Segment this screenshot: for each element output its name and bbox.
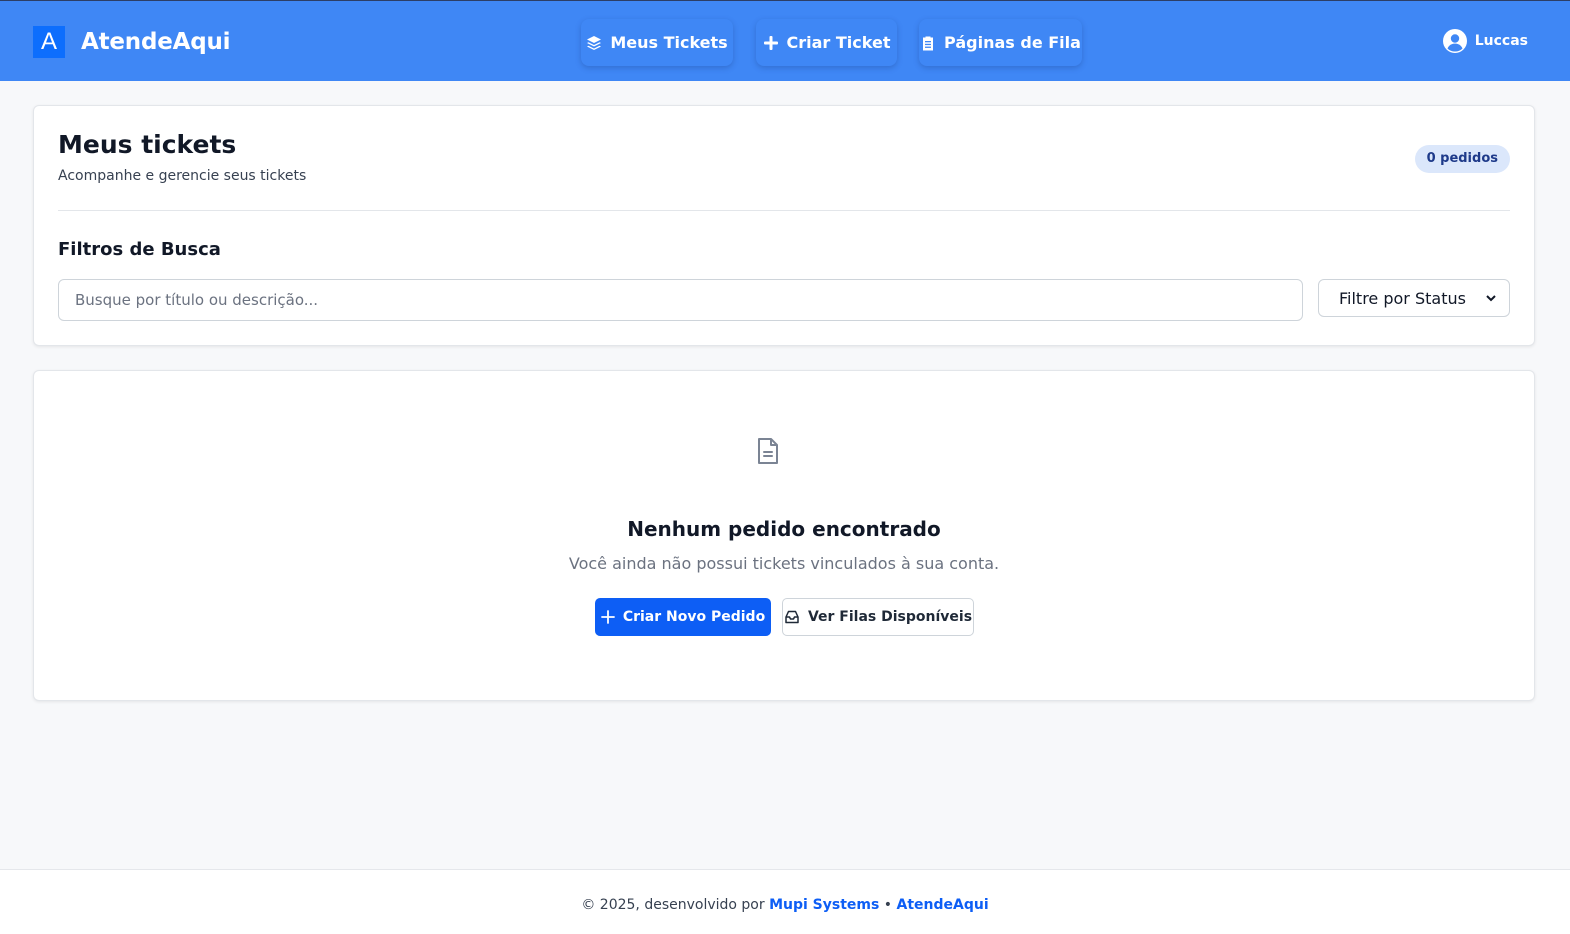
ticket-count-badge: 0 pedidos [1414,145,1510,173]
plus-icon [763,35,778,50]
nav-criar-ticket-button[interactable]: Criar Ticket [756,19,897,66]
chevron-down-icon [1486,295,1496,302]
footer-text: © 2025, desenvolvido por [581,897,765,913]
inbox-icon [785,610,799,624]
page-title: Meus tickets [58,130,237,159]
user-circle-icon [1442,29,1467,53]
nav-meus-tickets-button[interactable]: Meus Tickets [581,19,733,66]
brand[interactable]: A AtendeAqui [33,26,231,58]
view-queues-button[interactable]: Ver Filas Disponíveis [782,598,974,636]
button-label: Ver Filas Disponíveis [807,609,973,625]
plus-icon [600,610,615,624]
tickets-header-card: Meus tickets Acompanhe e gerencie seus t… [33,105,1535,346]
footer: © 2025, desenvolvido por Mupi Systems • … [0,869,1570,934]
user-menu[interactable]: Luccas [1442,29,1528,53]
layers-icon [587,35,602,50]
create-new-request-button[interactable]: Criar Novo Pedido [595,598,771,636]
user-name: Luccas [1474,33,1528,49]
status-filter-select[interactable]: Filtre por Status [1318,279,1510,317]
search-input[interactable] [58,279,1303,321]
app-name: AtendeAqui [81,29,231,55]
nav-label: Criar Ticket [786,33,891,52]
status-filter-value: Filtre por Status [1339,288,1466,308]
filters-title: Filtros de Busca [58,239,221,260]
clipboard-icon [923,36,934,50]
nav-label: Meus Tickets [610,33,728,52]
divider [58,210,1510,211]
nav-label: Páginas de Fila [944,33,1081,52]
footer-app-link[interactable]: AtendeAqui [897,897,989,913]
footer-company-link[interactable]: Mupi Systems [769,897,879,913]
brand-logo: A [33,26,65,58]
button-label: Criar Novo Pedido [622,609,766,625]
page-subtitle: Acompanhe e gerencie seus tickets [58,168,307,184]
empty-state-card: Nenhum pedido encontrado Você ainda não … [33,370,1535,701]
empty-state-title: Nenhum pedido encontrado [627,517,941,541]
nav-paginas-de-fila-button[interactable]: Páginas de Fila [919,19,1082,66]
empty-state-message: Você ainda não possui tickets vinculados… [568,554,1000,573]
document-icon [758,438,778,464]
top-navbar: A AtendeAqui Meus Tickets Criar Ticket P… [0,0,1570,81]
footer-separator: • [883,897,893,913]
